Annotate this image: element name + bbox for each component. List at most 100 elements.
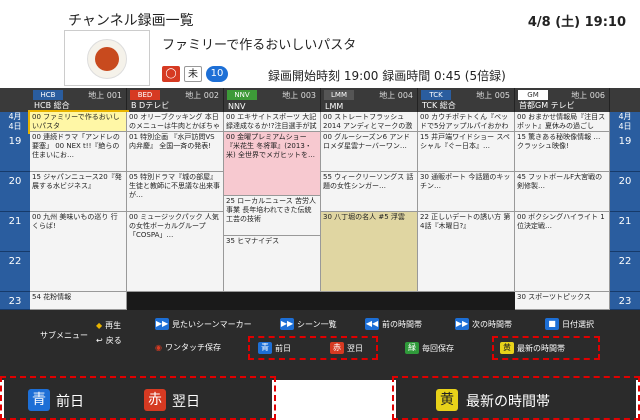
channel-logo: TCK <box>421 90 451 100</box>
scene-marker-button[interactable]: ▶▶ 見たいシーンマーカー <box>155 318 252 330</box>
hour-text: 22 <box>618 256 632 267</box>
pasta-image <box>95 47 119 71</box>
green-key-icon: 緑 <box>405 342 419 354</box>
program-cell[interactable]: 22 正しいデートの誘い方 第4話『木曜日?』 <box>418 212 515 292</box>
prev-slot-text: 前の時間帯 <box>382 319 422 329</box>
channel-logo: HCB <box>33 90 63 100</box>
program-cell[interactable]: 00 ストレートフラッシュ 2014 アンディとマークの激しく楽しき… <box>321 112 418 132</box>
scene-list-text: シーン一覧 <box>297 319 337 329</box>
program-cell[interactable]: 30 通販ポート 今話題のキッチン… <box>418 172 515 212</box>
page-title: チャンネル録画一覧 <box>68 13 194 29</box>
channel-logo: NNV <box>227 90 257 100</box>
channel-number: 地上 003 <box>282 91 316 100</box>
channel-number: 地上 006 <box>571 91 605 100</box>
channel-name: B Dテレビ <box>131 101 170 110</box>
program-cell[interactable]: 55 ウィークリーソングス 話題の女性シンガー… <box>321 172 418 212</box>
channel-number: 地上 001 <box>88 91 122 100</box>
date-label-right: 4月 4日 <box>610 112 640 132</box>
hour-label: 23 <box>0 292 30 310</box>
channel-name: NNV <box>228 102 246 111</box>
next-slot-text: 次の時間帯 <box>472 319 512 329</box>
scene-list-button[interactable]: ▶▶ シーン一覧 <box>280 318 337 330</box>
program-cell[interactable]: 00 オリーブクッキング 本日のメニューは牛肉とかぼちゃの… <box>127 112 224 132</box>
program-cell[interactable]: 00 連続ドラマ「アンドレの要塞」 00 NEX t!!『絶らの住まいにお… <box>30 132 127 172</box>
rewind-icon: ◀◀ <box>365 318 379 330</box>
highlight-box <box>492 336 600 360</box>
program-cell[interactable]: 15 井戸端ワイドショー スペシャル『ぐー日本』… <box>418 132 515 172</box>
grid-corner <box>0 88 30 112</box>
current-datetime: 4/8 (土) 19:10 <box>527 15 626 30</box>
hour-text: 21 <box>618 216 632 227</box>
program-thumbnail <box>64 30 150 86</box>
program-cell[interactable]: 45 フットボールF大宮戦の剣修製… <box>515 172 610 212</box>
cc-icon: ◯ <box>162 66 180 82</box>
program-cell[interactable]: 00 カウチポテトくん『ベッドで5分アップルパイおかわり』 今日は… <box>418 112 515 132</box>
date-select-button[interactable]: ■ 日付選択 <box>545 318 594 330</box>
program-cell[interactable]: 00 九州 美味いもの巡り 行くらば! <box>30 212 127 292</box>
program-cell[interactable]: 05 特別ドラマ『城の部屋』 生徒と教師に不思議な出来事が… <box>127 172 224 212</box>
hour-text: 22 <box>8 256 22 267</box>
highlight-box <box>248 336 378 360</box>
program-cell[interactable]: 54 花粉情報 <box>30 292 127 310</box>
channel-header[interactable]: NNV 地上 003 NNV <box>224 88 321 112</box>
hour-label: 19 <box>0 132 30 172</box>
back-text: 戻る <box>105 336 122 345</box>
program-cell[interactable]: 00 金曜プレミアムショー『米花生 冬将軍』(2013・米) 全世界でメガヒット… <box>224 132 321 196</box>
prev-slot-button[interactable]: ◀◀ 前の時間帯 <box>365 318 422 330</box>
program-cell[interactable]: 25 ローカルニュース 苦労人事業 長年培われてきた伝統工芸の技術 <box>224 196 321 236</box>
channel-logo: BED <box>130 90 160 100</box>
channel-name: TCK 総合 <box>422 101 456 110</box>
channel-header[interactable]: HCB 地上 001 HCB 総合 <box>30 88 127 112</box>
program-cell[interactable]: 35 ヒマナイデス <box>224 236 321 292</box>
program-cell[interactable]: 15 驚きある秘映像情報 …クラッシュ映像! <box>515 132 610 172</box>
recording-info: 録画開始時刻 19:00 録画時間 0:45 (5倍録) <box>268 69 506 83</box>
play-label: ◆ 再生 <box>96 320 121 331</box>
stop-icon: ■ <box>545 318 559 330</box>
channel-header[interactable]: TCK 地上 005 TCK 総合 <box>418 88 515 112</box>
date-day: 4日 <box>8 122 22 131</box>
hour-label: 21 <box>610 212 640 252</box>
hour-text: 23 <box>8 296 22 307</box>
hour-label: 22 <box>0 252 30 292</box>
scene-text: 見たいシーンマーカー <box>172 319 252 329</box>
program-cell[interactable]: 30 スポーツトピックス <box>515 292 610 310</box>
program-cell[interactable]: 15 ジャパンニュース20『発展する水ビジネス』 <box>30 172 127 212</box>
channel-name: HCB 総合 <box>34 101 70 110</box>
program-cell[interactable]: 00 ミュージックパック 人気の女性ボーカルグループ「COSPA」… <box>127 212 224 292</box>
program-cell[interactable]: 00 エキサイトスポーツ 大記録達成なるか!?注目選手が試合に出場! <box>224 112 321 132</box>
channel-number: 地上 004 <box>379 91 413 100</box>
channel-header[interactable]: LMM 地上 004 LMM <box>321 88 418 112</box>
hour-label: 19 <box>610 132 640 172</box>
hour-label: 21 <box>0 212 30 252</box>
hour-text: 20 <box>618 176 632 187</box>
next-slot-button[interactable]: ▶▶ 次の時間帯 <box>455 318 512 330</box>
channel-number: 地上 005 <box>476 91 510 100</box>
program-cell-selected[interactable]: 00 ファミリーで作るおいしいパスタ <box>28 110 129 134</box>
green-label: 毎回保存 <box>422 343 454 353</box>
green-save-button[interactable]: 緑毎回保存 <box>405 342 454 354</box>
back-label: ↩ 戻る <box>96 335 122 346</box>
dpad-icon: ◆ <box>96 321 103 330</box>
date-month: 4月 <box>618 112 632 121</box>
channel-logo: LMM <box>324 90 354 100</box>
one-touch-save-button[interactable]: ◉ ワンタッチ保存 <box>155 342 221 353</box>
channel-name: 首都GM テレビ <box>519 101 575 110</box>
hour-label: 22 <box>610 252 640 292</box>
unwatched-badge: 未 <box>184 66 202 82</box>
date-select-text: 日付選択 <box>562 319 594 329</box>
zoom-left-frame <box>0 376 276 420</box>
channel-header[interactable]: BED 地上 002 B Dテレビ <box>127 88 224 112</box>
hour-text: 20 <box>8 176 22 187</box>
program-cell[interactable]: 00 ボクシングハイライト 1位決定戦… <box>515 212 610 292</box>
program-cell[interactable]: 00 おまかせ情報局『注目スポット』夏休みの過ごし方… <box>515 112 610 132</box>
hour-label: 20 <box>0 172 30 212</box>
program-cell[interactable]: 30 八丁堀の名人 #5 浮雲 <box>321 212 418 292</box>
channel-header[interactable]: GM 地上 006 首都GM テレビ <box>515 88 610 112</box>
one-touch-text: ワンタッチ保存 <box>164 343 221 352</box>
footer-guide: サブメニュー ◆ 再生 ↩ 戻る ▶▶ 見たいシーンマーカー ▶▶ シーン一覧 ◀◀ 前の… <box>0 310 640 380</box>
hour-text: 21 <box>8 216 22 227</box>
program-cell[interactable]: 00 グルーシーズン6 アンドロメダ星雲ナーバーワン… <box>321 132 418 172</box>
record-icon: ◉ <box>155 343 162 352</box>
program-cell[interactable]: 01 特別企画 『水戸訪問VS内弁慶』 全国一斉の発表! <box>127 132 224 172</box>
channel-number: 地上 002 <box>185 91 219 100</box>
